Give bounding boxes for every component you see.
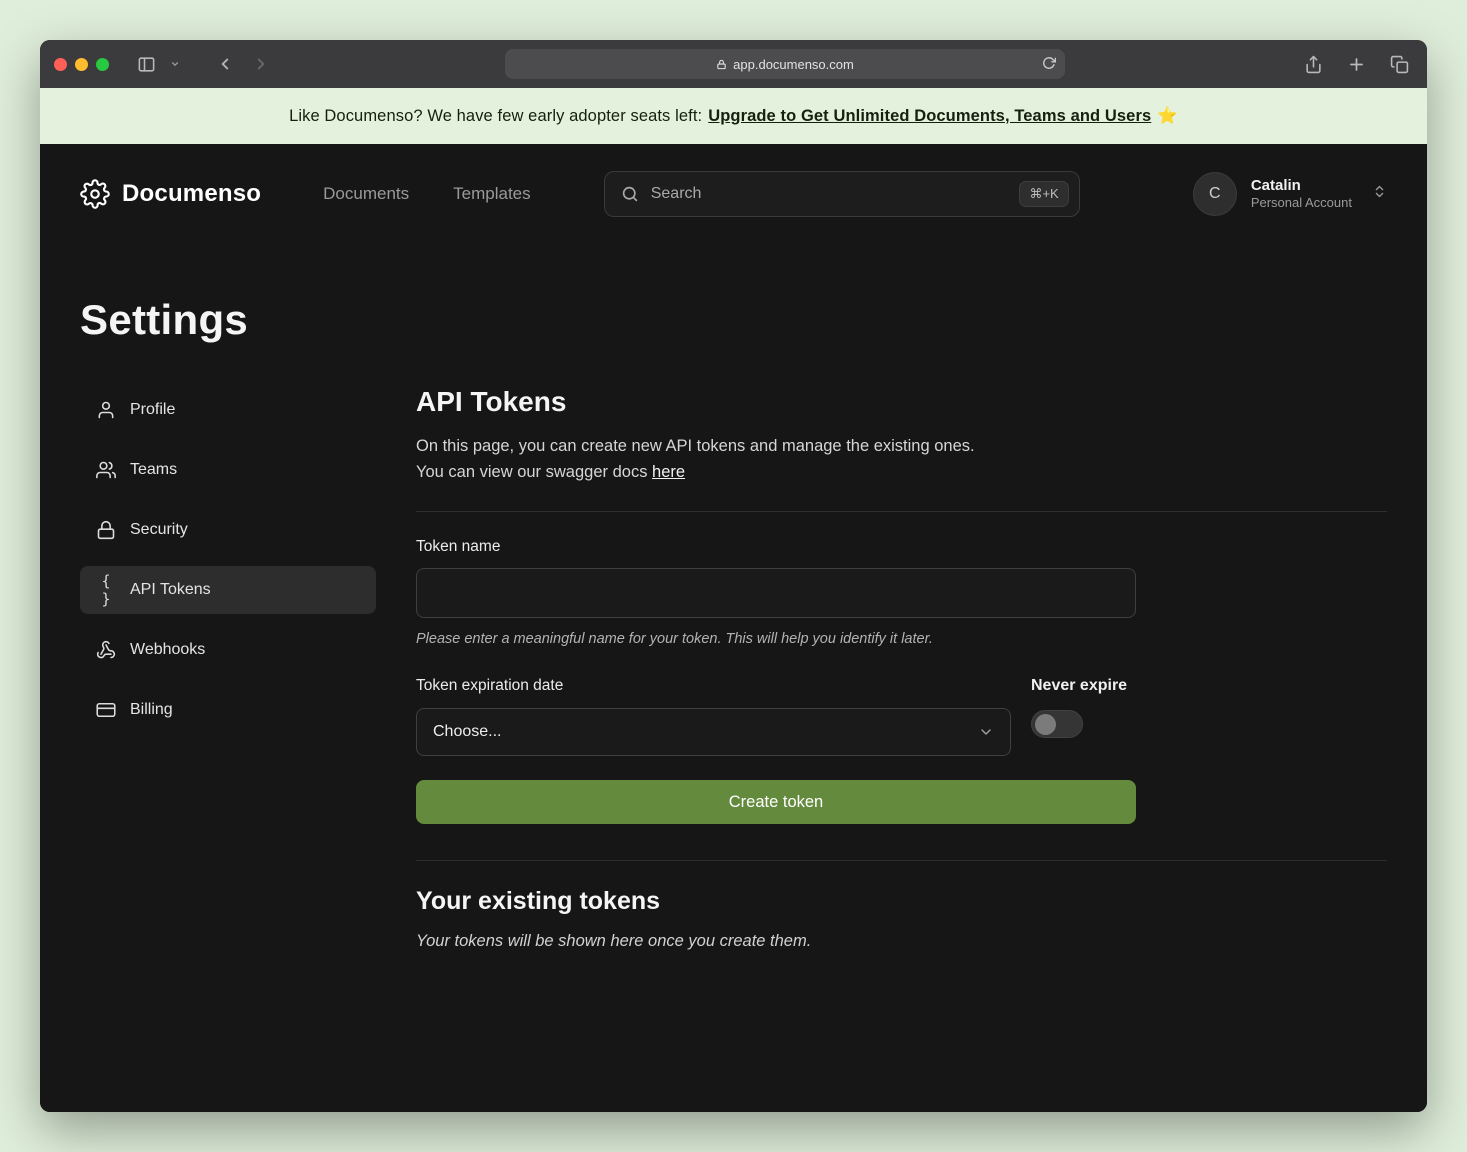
expiration-select[interactable]: Choose...: [416, 708, 1011, 756]
tabs-copy-icon[interactable]: [1386, 51, 1413, 78]
chevrons-up-down-icon: [1372, 184, 1387, 204]
lock-icon: [716, 59, 727, 70]
divider: [416, 511, 1387, 512]
braces-icon: { }: [96, 572, 116, 608]
search-input[interactable]: Search ⌘+K: [604, 171, 1080, 217]
documenso-logo-icon: [80, 179, 110, 209]
sidebar-item-profile[interactable]: Profile: [80, 386, 376, 434]
search-shortcut-badge: ⌘+K: [1019, 181, 1068, 207]
account-type: Personal Account: [1251, 195, 1352, 212]
section-description-line1: On this page, you can create new API tok…: [416, 434, 1387, 460]
sidebar-item-label: Security: [130, 521, 188, 539]
token-name-hint: Please enter a meaningful name for your …: [416, 631, 1136, 647]
brand-logo-link[interactable]: Documenso: [80, 179, 261, 209]
settings-main: API Tokens On this page, you can create …: [416, 386, 1387, 951]
sidebar-item-security[interactable]: Security: [80, 506, 376, 554]
expiration-selected-value: Choose...: [433, 723, 501, 741]
create-token-form: Token name Please enter a meaningful nam…: [416, 538, 1136, 824]
browser-chrome: app.documenso.com: [40, 40, 1427, 88]
sidebar-item-label: API Tokens: [130, 581, 211, 599]
users-icon: [96, 460, 116, 480]
token-name-input[interactable]: [416, 568, 1136, 618]
app-root: Documenso Documents Templates Search ⌘+K…: [40, 144, 1427, 1112]
url-text: app.documenso.com: [733, 57, 854, 72]
new-tab-icon[interactable]: [1343, 51, 1370, 78]
sidebar-item-label: Webhooks: [130, 641, 205, 659]
credit-card-icon: [96, 700, 116, 720]
existing-tokens-empty-text: Your tokens will be shown here once you …: [416, 932, 1387, 951]
top-nav: Documents Templates: [323, 184, 530, 204]
upgrade-link[interactable]: Upgrade to Get Unlimited Documents, Team…: [708, 107, 1151, 126]
sidebar-item-billing[interactable]: Billing: [80, 686, 376, 734]
back-button[interactable]: [212, 51, 238, 77]
sidebar-item-api-tokens[interactable]: { } API Tokens: [80, 566, 376, 614]
promo-text: Like Documenso? We have few early adopte…: [289, 107, 702, 126]
nav-item-templates[interactable]: Templates: [453, 184, 530, 204]
section-title: API Tokens: [416, 386, 1387, 418]
app-header: Documenso Documents Templates Search ⌘+K…: [80, 144, 1387, 244]
sidebar-toggle-icon[interactable]: [133, 51, 160, 78]
expiration-label: Token expiration date: [416, 677, 1011, 695]
sidebar-item-label: Billing: [130, 701, 173, 719]
webhook-icon: [96, 640, 116, 660]
token-name-label: Token name: [416, 538, 1136, 556]
search-placeholder: Search: [651, 185, 1008, 203]
traffic-lights: [54, 58, 109, 71]
chevron-down-icon: [978, 724, 994, 740]
zoom-window-button[interactable]: [96, 58, 109, 71]
toggle-knob: [1035, 714, 1056, 735]
sidebar-item-webhooks[interactable]: Webhooks: [80, 626, 376, 674]
swagger-docs-link[interactable]: here: [652, 463, 685, 481]
never-expire-label: Never expire: [1031, 677, 1136, 695]
create-token-button[interactable]: Create token: [416, 780, 1136, 824]
never-expire-toggle[interactable]: [1031, 710, 1083, 738]
sidebar-item-label: Profile: [130, 401, 175, 419]
sidebar-item-teams[interactable]: Teams: [80, 446, 376, 494]
address-bar[interactable]: app.documenso.com: [505, 49, 1065, 79]
existing-tokens-title: Your existing tokens: [416, 887, 1387, 916]
search-icon: [621, 185, 639, 203]
section-description-line2: You can view our swagger docs: [416, 463, 652, 481]
account-name: Catalin: [1251, 176, 1352, 196]
minimize-window-button[interactable]: [75, 58, 88, 71]
close-window-button[interactable]: [54, 58, 67, 71]
nav-item-documents[interactable]: Documents: [323, 184, 409, 204]
forward-button[interactable]: [248, 51, 274, 77]
promo-banner: Like Documenso? We have few early adopte…: [40, 88, 1427, 144]
brand-name: Documenso: [122, 180, 261, 208]
share-icon[interactable]: [1300, 51, 1327, 78]
lock-icon: [96, 520, 116, 540]
account-menu[interactable]: C Catalin Personal Account: [1193, 172, 1387, 216]
sidebar-item-label: Teams: [130, 461, 177, 479]
page-title: Settings: [80, 296, 1387, 344]
avatar: C: [1193, 172, 1237, 216]
divider: [416, 860, 1387, 861]
settings-sidebar: Profile Teams Security { } API Tokens We…: [80, 386, 376, 951]
user-icon: [96, 400, 116, 420]
refresh-icon[interactable]: [1042, 56, 1056, 70]
star-emoji: ⭐: [1157, 107, 1178, 126]
browser-window: app.documenso.com Like Documenso? We hav…: [40, 40, 1427, 1112]
tab-overview-chevron-icon[interactable]: [166, 55, 184, 73]
